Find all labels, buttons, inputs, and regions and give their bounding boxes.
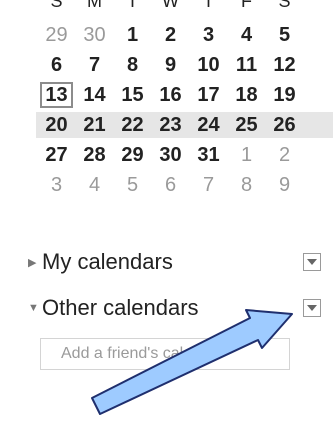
other-calendars-label[interactable]: Other calendars bbox=[42, 295, 199, 321]
collapse-arrow-icon[interactable]: ▼ bbox=[28, 302, 39, 314]
calendar-week-row: 27 28 29 30 31 1 2 bbox=[40, 142, 333, 168]
my-calendars-menu-button[interactable] bbox=[303, 253, 321, 271]
calendar-day-today[interactable]: 13 bbox=[40, 82, 73, 108]
other-calendars-section[interactable]: ▼ Other calendars bbox=[0, 293, 333, 325]
calendar-day[interactable]: 31 bbox=[192, 142, 225, 168]
dropdown-arrow-icon bbox=[307, 305, 317, 311]
calendar-day[interactable]: 20 bbox=[40, 112, 73, 138]
calendar-day[interactable]: 17 bbox=[192, 82, 225, 108]
calendar-day[interactable]: 30 bbox=[78, 22, 111, 48]
weekday-header: M bbox=[87, 0, 102, 11]
calendar-week-row: 29 30 1 2 3 4 5 bbox=[40, 22, 333, 48]
calendar-day[interactable]: 22 bbox=[116, 112, 149, 138]
weekday-header: W bbox=[162, 0, 179, 11]
calendar-week-row: 3456789 bbox=[40, 172, 333, 198]
calendar-day[interactable]: 28 bbox=[78, 142, 111, 168]
weekday-header-row: SMTWTFS bbox=[40, 0, 333, 14]
calendar-day[interactable]: 27 bbox=[40, 142, 73, 168]
weekday-header: T bbox=[127, 0, 138, 11]
calendar-day[interactable]: 24 bbox=[192, 112, 225, 138]
calendar-day[interactable]: 6 bbox=[154, 172, 187, 198]
calendar-day[interactable]: 7 bbox=[192, 172, 225, 198]
add-friend-calendar-input[interactable] bbox=[40, 338, 290, 370]
calendar-day[interactable]: 29 bbox=[116, 142, 149, 168]
weekday-header: F bbox=[241, 0, 252, 11]
calendar-day[interactable]: 6 bbox=[40, 52, 73, 78]
weekday-header: T bbox=[203, 0, 214, 11]
my-calendars-section[interactable]: ▶ My calendars bbox=[0, 247, 333, 279]
calendar-day[interactable]: 4 bbox=[230, 22, 263, 48]
calendar-day[interactable]: 10 bbox=[192, 52, 225, 78]
calendar-day[interactable]: 19 bbox=[268, 82, 301, 108]
calendar-day[interactable]: 21 bbox=[78, 112, 111, 138]
calendar-day[interactable]: 18 bbox=[230, 82, 263, 108]
my-calendars-label[interactable]: My calendars bbox=[42, 249, 173, 275]
calendar-day[interactable]: 16 bbox=[154, 82, 187, 108]
calendar-day[interactable]: 9 bbox=[154, 52, 187, 78]
calendar-day[interactable]: 23 bbox=[154, 112, 187, 138]
other-calendars-menu-button[interactable] bbox=[303, 299, 321, 317]
calendar-day[interactable]: 30 bbox=[154, 142, 187, 168]
calendar-day[interactable]: 15 bbox=[116, 82, 149, 108]
calendar-week-row: 13 14 15 16 17 18 19 bbox=[40, 82, 333, 108]
calendar-day[interactable]: 3 bbox=[192, 22, 225, 48]
expand-arrow-icon[interactable]: ▶ bbox=[28, 256, 36, 269]
calendar-day[interactable]: 8 bbox=[116, 52, 149, 78]
calendar-day[interactable]: 7 bbox=[78, 52, 111, 78]
calendar-day[interactable]: 26 bbox=[268, 112, 301, 138]
calendar-day[interactable]: 3 bbox=[40, 172, 73, 198]
calendar-day[interactable]: 2 bbox=[154, 22, 187, 48]
calendar-day[interactable]: 12 bbox=[268, 52, 301, 78]
calendar-day[interactable]: 14 bbox=[78, 82, 111, 108]
calendar-day[interactable]: 1 bbox=[230, 142, 263, 168]
calendar-day[interactable]: 1 bbox=[116, 22, 149, 48]
dropdown-arrow-icon bbox=[307, 259, 317, 265]
weekday-header: S bbox=[278, 0, 291, 11]
weekday-header: S bbox=[50, 0, 63, 11]
calendar-day[interactable]: 8 bbox=[230, 172, 263, 198]
calendar-day[interactable]: 4 bbox=[78, 172, 111, 198]
calendar-day[interactable]: 11 bbox=[230, 52, 263, 78]
calendar-day[interactable]: 29 bbox=[40, 22, 73, 48]
calendar-week-row: 6 7 8 9 10 11 12 bbox=[40, 52, 333, 78]
calendar-day[interactable]: 2 bbox=[268, 142, 301, 168]
calendar-week-row: 20 21 22 23 24 25 26 bbox=[36, 112, 333, 138]
calendar-day[interactable]: 25 bbox=[230, 112, 263, 138]
calendar-day[interactable]: 5 bbox=[268, 22, 301, 48]
calendar-day[interactable]: 5 bbox=[116, 172, 149, 198]
calendar-day[interactable]: 9 bbox=[268, 172, 301, 198]
